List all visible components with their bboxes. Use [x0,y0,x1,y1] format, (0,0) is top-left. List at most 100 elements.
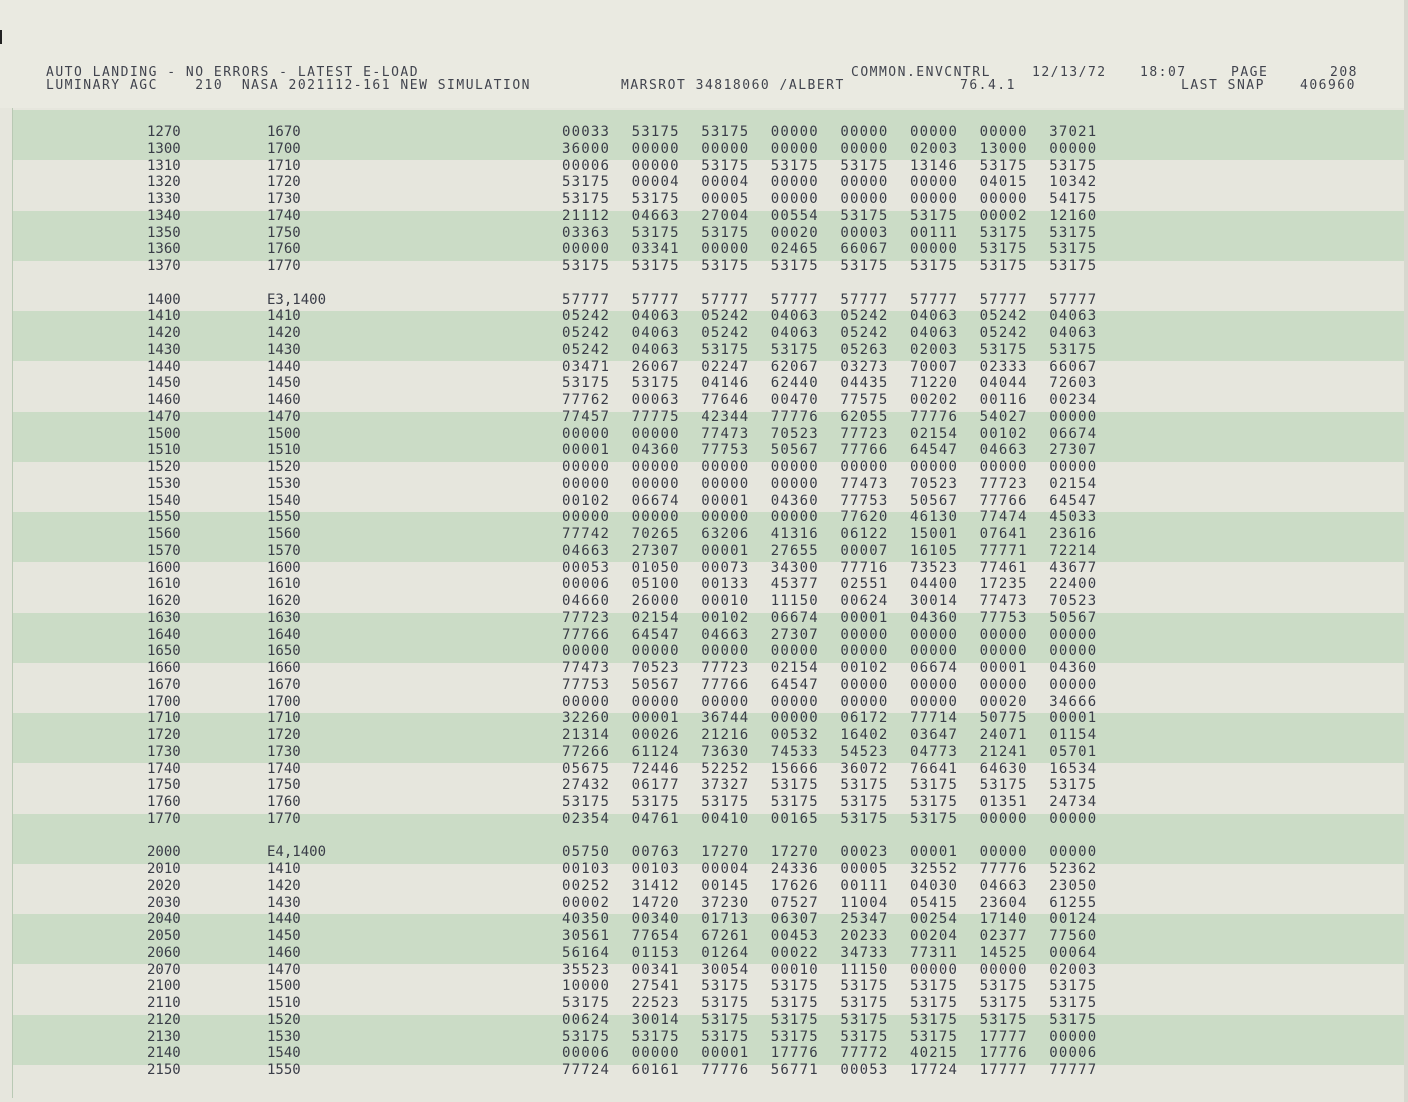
memory-word: 70523 [910,475,959,492]
row-bank-address: 1430 [267,894,301,911]
memory-word: 00124 [1049,911,1098,928]
row-bank-address: 1670 [267,676,301,693]
row-bank-address: 1750 [267,224,301,241]
memory-word: 00000 [910,693,959,710]
memory-word: 64630 [979,760,1028,777]
memory-word: 00002 [562,894,611,911]
memory-word: 00000 [770,693,819,710]
memory-word: 00010 [701,593,750,609]
memory-word: 61255 [1049,894,1098,911]
memory-word: 00002 [979,207,1028,224]
memory-word: 77724 [562,1062,611,1078]
row-address: 2060 [147,944,181,961]
row-address: 1320 [147,174,181,191]
row-bank-address: 1430 [267,341,301,358]
listing-row: 2000 E4,1400 05750 00763 17270 17270 00023 0000… [13,844,1407,861]
memory-word: 31412 [631,877,680,894]
memory-word: 77473 [840,475,889,492]
memory-word: 57777 [631,291,680,308]
memory-word: 02551 [840,576,889,593]
memory-word: 53175 [631,191,680,207]
listing-row: 1510 1510 00001 04360 77753 50567 77766 64547 04… [13,442,1407,459]
memory-word: 06674 [631,492,680,509]
row-address: 1540 [147,492,181,509]
memory-word: 05242 [701,325,750,341]
listing-row: 1670 1670 77753 50567 77766 64547 00000 00000 00… [13,677,1407,694]
memory-word: 53175 [840,794,889,810]
memory-word: 04146 [701,375,750,392]
row-bank-address: 1660 [267,660,301,676]
memory-word: 03363 [562,224,611,241]
memory-word: 02154 [770,660,819,676]
memory-word: 66067 [1049,358,1098,375]
memory-word: 70523 [631,660,680,676]
row-bank-address: 1760 [267,241,301,258]
memory-word: 57777 [770,291,819,308]
listing-row: 2110 1510 53175 22523 53175 53175 53175 53175 53… [13,995,1407,1012]
memory-word: 00763 [631,844,680,861]
memory-word: 00000 [631,475,680,492]
memory-word: 17270 [701,844,750,861]
memory-word: 00000 [910,191,959,207]
memory-word: 10000 [562,978,611,995]
row-address: 1550 [147,509,181,526]
memory-word: 32552 [910,861,959,877]
row-bank-address: 1700 [267,693,301,710]
memory-word: 53175 [701,124,750,140]
row-address: 1710 [147,710,181,727]
listing-row: 1560 1560 77742 70265 63206 41316 06122 15001 07… [13,526,1407,543]
memory-word: 00026 [631,727,680,743]
memory-word: 53175 [701,794,750,810]
memory-word: 53175 [910,207,959,224]
memory-word: 00001 [910,844,959,861]
memory-word: 00102 [562,492,611,509]
row-bank-address: 1510 [267,442,301,459]
row-bank-address: 1620 [267,593,301,609]
memory-word: 53175 [770,995,819,1011]
memory-word: 06177 [631,777,680,794]
memory-word: 53175 [1049,1011,1098,1028]
memory-word: 77723 [701,660,750,676]
memory-word: 00000 [979,643,1028,660]
listing-row: 1760 1760 53175 53175 53175 53175 53175 53175 01… [13,794,1407,811]
memory-word: 05242 [701,308,750,325]
row-address: 1600 [147,559,181,576]
memory-word: 00000 [910,124,959,140]
memory-word: 56771 [770,1062,819,1078]
listing-row: 1300 1700 36000 00000 00000 00000 00000 02003 13… [13,141,1407,158]
memory-word: 00000 [979,844,1028,861]
memory-word: 34733 [840,944,889,961]
memory-word: 00064 [1049,944,1098,961]
memory-word: 77753 [840,492,889,509]
memory-word: 04044 [979,375,1028,392]
memory-word: 00000 [770,459,819,475]
memory-word: 05242 [562,341,611,358]
memory-word: 04663 [631,207,680,224]
memory-word: 00004 [701,861,750,877]
memory-word: 06674 [770,609,819,626]
memory-word: 00000 [562,241,611,258]
listing-row: 1750 1750 27432 06177 37327 53175 53175 53175 53… [13,777,1407,794]
memory-word: 27655 [770,542,819,559]
memory-word: 11150 [840,961,889,978]
memory-word: 32260 [562,710,611,727]
memory-word: 53175 [562,794,611,810]
memory-word: 00000 [1049,643,1098,660]
header-last-snap-label: LAST SNAP [1181,78,1265,93]
row-bank-address: 1520 [267,1011,301,1028]
row-address: 1460 [147,392,181,408]
row-bank-address: 1450 [267,375,301,392]
memory-word: 06307 [770,911,819,928]
row-address: 1430 [147,341,181,358]
memory-word: 77457 [562,408,611,425]
memory-word: 77716 [840,559,889,576]
memory-word: 00053 [840,1062,889,1078]
memory-word: 04063 [1049,325,1098,341]
memory-word: 77473 [562,660,611,676]
memory-word: 36744 [701,710,750,727]
memory-word: 53175 [979,1011,1028,1028]
memory-word: 57777 [562,291,611,308]
memory-word: 05263 [840,341,889,358]
memory-word: 00000 [840,643,889,660]
memory-word: 50567 [631,676,680,693]
